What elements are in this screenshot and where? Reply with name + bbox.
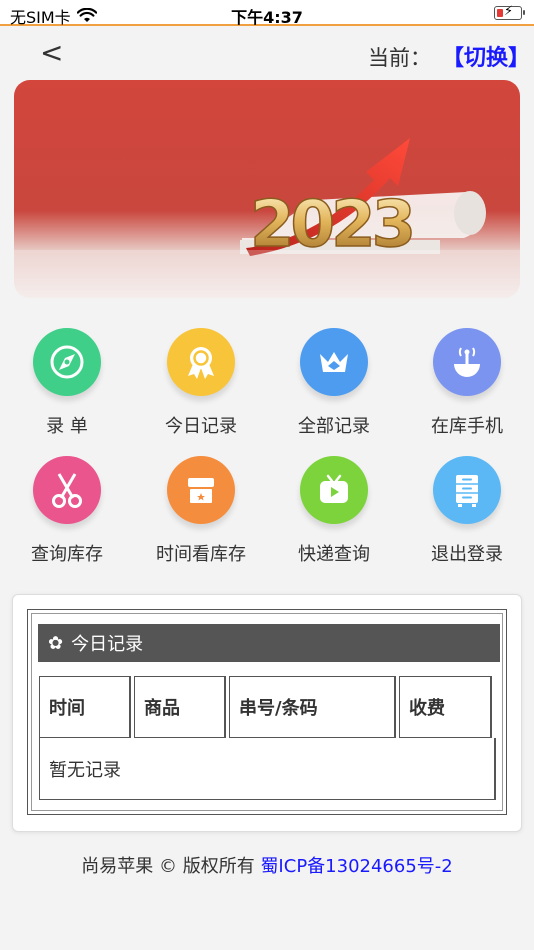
menu-today-records[interactable]: 今日记录: [141, 328, 261, 438]
footer: 尚易苹果 © 版权所有 蜀ICP备13024665号-2: [0, 852, 534, 878]
back-button[interactable]: <: [40, 36, 63, 69]
records-title: 今日记录: [71, 634, 144, 655]
switch-button[interactable]: 【切换】: [442, 40, 530, 72]
records-header: ✿ 今日记录: [38, 624, 500, 662]
menu-entry-order[interactable]: 录 单: [7, 328, 127, 438]
menu-label: 快递查询: [298, 544, 370, 565]
menu-label: 退出登录: [431, 544, 503, 565]
banner-art: 2023: [14, 138, 520, 298]
records-frame: ✿ 今日记录 时间 商品 串号/条码 收费 暂无记录: [27, 609, 507, 815]
menu-stock-by-time[interactable]: 时间看库存: [141, 456, 261, 566]
banner-image: 2023: [14, 80, 520, 298]
antenna-icon: [433, 328, 501, 396]
menu-phones-in-stock[interactable]: 在库手机: [407, 328, 527, 438]
menu-query-stock[interactable]: 查询库存: [7, 456, 127, 566]
battery-icon: ⚡: [494, 4, 525, 20]
charging-bolt-icon: ⚡: [504, 4, 514, 19]
table-header-row: 时间 商品 串号/条码 收费: [39, 676, 499, 738]
menu-label: 录 单: [46, 416, 88, 437]
status-bar: 无SIM卡 下午4:37 ⚡: [0, 0, 534, 27]
menu-express-query[interactable]: 快递查询: [274, 456, 394, 566]
battery-level: [497, 9, 503, 17]
menu-label: 全部记录: [298, 416, 370, 437]
scissors-icon: [33, 456, 101, 524]
today-records-card: ✿ 今日记录 时间 商品 串号/条码 收费 暂无记录: [12, 594, 522, 832]
column-header-time: 时间: [39, 676, 131, 738]
table-row-empty: 暂无记录: [39, 738, 496, 800]
award-badge-icon: [167, 328, 235, 396]
records-table: 时间 商品 串号/条码 收费 暂无记录: [39, 676, 499, 800]
flower-icon: ✿: [48, 632, 64, 654]
menu-label: 今日记录: [165, 416, 237, 437]
compass-icon: [33, 328, 101, 396]
current-label: 当前：: [368, 46, 431, 70]
menu-label: 在库手机: [431, 416, 503, 437]
status-time: 下午4:37: [231, 8, 303, 27]
menu-label: 时间看库存: [156, 544, 246, 565]
column-header-serial: 串号/条码: [229, 676, 396, 738]
shop-icon: [167, 456, 235, 524]
crown-icon: [300, 328, 368, 396]
menu-logout[interactable]: 退出登录: [407, 456, 527, 566]
tv-play-icon: [300, 456, 368, 524]
column-header-product: 商品: [134, 676, 226, 738]
icp-link[interactable]: 蜀ICP备13024665号-2: [260, 856, 452, 877]
copyright-text: 尚易苹果 © 版权所有: [81, 856, 255, 877]
menu-label: 查询库存: [31, 544, 103, 565]
column-header-fee: 收费: [399, 676, 492, 738]
nav-bar: < 当前： 【切换】: [0, 28, 534, 80]
cabinet-icon: [433, 456, 501, 524]
menu-all-records[interactable]: 全部记录: [274, 328, 394, 438]
